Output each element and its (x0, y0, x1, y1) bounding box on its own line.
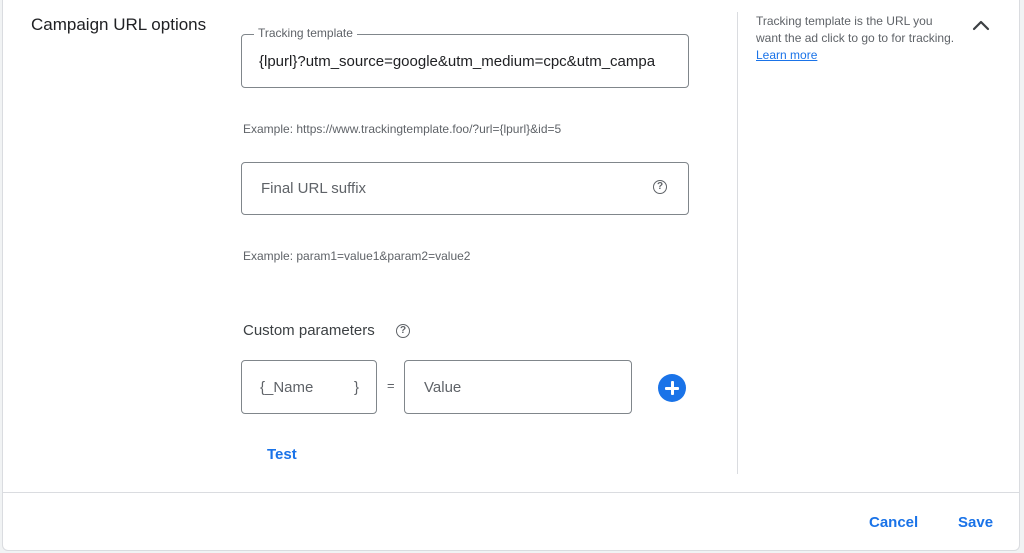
custom-parameter-name-closing-brace: } (353, 379, 359, 396)
equals-sign: = (387, 378, 395, 393)
save-button[interactable]: Save (958, 514, 993, 531)
section-title: Campaign URL options (31, 15, 207, 34)
tracking-template-example: Example: https://www.trackingtemplate.fo… (243, 122, 562, 136)
side-help-description: Tracking template is the URL you want th… (756, 14, 955, 45)
campaign-url-options-panel: Campaign URL options Tracking template {… (2, 0, 1020, 551)
help-circle-icon[interactable]: ? (653, 180, 667, 194)
test-button[interactable]: Test (267, 446, 297, 463)
learn-more-link[interactable]: Learn more (756, 48, 817, 62)
cancel-button[interactable]: Cancel (869, 514, 918, 531)
vertical-divider (737, 12, 738, 474)
tracking-template-label: Tracking template (254, 26, 357, 40)
add-circle-icon[interactable] (658, 374, 686, 402)
custom-parameter-name-placeholder: {_Name (260, 379, 314, 396)
tracking-template-field[interactable]: Tracking template {lpurl}?utm_source=goo… (241, 26, 689, 88)
custom-parameters-label: Custom parameters (243, 322, 375, 339)
final-url-suffix-field[interactable]: Final URL suffix ? (241, 162, 689, 215)
final-url-suffix-example: Example: param1=value1&param2=value2 (243, 249, 471, 263)
footer-divider (3, 492, 1019, 493)
side-help-text: Tracking template is the URL you want th… (756, 13, 956, 64)
final-url-suffix-placeholder: Final URL suffix (261, 180, 367, 197)
help-circle-icon[interactable]: ? (396, 324, 410, 338)
custom-parameter-value-placeholder: Value (424, 379, 462, 396)
chevron-up-icon[interactable] (972, 18, 990, 32)
custom-parameter-name-field[interactable]: {_Name } (241, 360, 377, 414)
custom-parameter-value-field[interactable]: Value (404, 360, 632, 414)
tracking-template-input[interactable]: {lpurl}?utm_source=google&utm_medium=cpc… (259, 53, 673, 70)
